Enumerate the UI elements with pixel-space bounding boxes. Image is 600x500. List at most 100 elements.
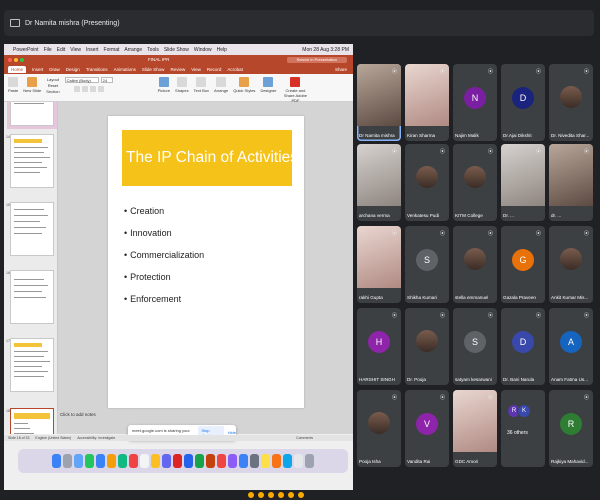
participant-tile[interactable]: S ⦿ satyam kesarwani	[453, 308, 497, 385]
slide-thumbnail[interactable]: 15	[6, 202, 54, 256]
tab-transitions[interactable]: Transitions	[86, 67, 108, 72]
preview-icon[interactable]	[294, 454, 303, 468]
participant-tile[interactable]: ⦿ stella emmanuel	[453, 226, 497, 303]
contacts-icon[interactable]	[140, 454, 149, 468]
menu-insert[interactable]: Insert	[86, 47, 99, 53]
participant-tile[interactable]: ⦿ dr. ...	[549, 144, 593, 221]
italic-icon[interactable]	[81, 86, 88, 92]
language-status[interactable]: English (United States)	[35, 436, 71, 440]
emoji-icon[interactable]	[278, 492, 284, 498]
photos-icon[interactable]	[107, 454, 116, 468]
shapes-button[interactable]: Shapes	[175, 77, 189, 93]
menu-help[interactable]: Help	[217, 47, 227, 53]
presenter-banner[interactable]: Dr Namita mishra (Presenting)	[4, 10, 594, 36]
quick-styles-button[interactable]: Quick Styles	[233, 77, 255, 93]
emoji-icon[interactable]	[268, 492, 274, 498]
participant-tile[interactable]: ⦿ Dr. Pooja	[405, 308, 449, 385]
ppt-search-input[interactable]: Search in Presentation	[286, 56, 347, 63]
calendar-icon[interactable]	[129, 454, 138, 468]
menu-arrange[interactable]: Arrange	[124, 47, 142, 53]
messages-icon[interactable]	[85, 454, 94, 468]
slide-thumbnail[interactable]	[10, 102, 54, 126]
participant-tile[interactable]: V ⦿ Vandita Rai	[405, 390, 449, 467]
notes-icon[interactable]	[151, 454, 160, 468]
section-button[interactable]: Section	[46, 89, 59, 94]
tab-acrobat[interactable]: Acrobat	[227, 67, 243, 72]
tab-draw[interactable]: Draw	[49, 67, 60, 72]
menu-tools[interactable]: Tools	[147, 47, 159, 53]
music-icon[interactable]	[217, 454, 226, 468]
menu-format[interactable]: Format	[104, 47, 120, 53]
tab-view[interactable]: View	[191, 67, 201, 72]
notes-pane[interactable]: Click to add notes	[60, 412, 96, 417]
tab-record[interactable]: Record	[207, 67, 222, 72]
chrome-icon[interactable]	[261, 454, 270, 468]
minimize-window-icon[interactable]	[14, 57, 18, 62]
menu-view[interactable]: View	[70, 47, 81, 53]
emoji-icon[interactable]	[288, 492, 294, 498]
zoom-window-icon[interactable]	[20, 57, 24, 62]
slide-thumbnail[interactable]: 14	[6, 134, 54, 188]
designer-button[interactable]: Designer	[260, 77, 276, 93]
slide-thumbnail[interactable]: 16	[6, 270, 54, 324]
participant-tile[interactable]: ⦿ Kiran Sharma	[405, 64, 449, 141]
paste-button[interactable]: Paste	[8, 77, 18, 93]
font-size-select[interactable]: 24	[100, 77, 113, 83]
picture-button[interactable]: Picture	[158, 77, 170, 93]
emoji-icon[interactable]	[258, 492, 264, 498]
facetime-icon[interactable]	[118, 454, 127, 468]
slide-thumbnail[interactable]: 17	[6, 338, 54, 392]
current-slide[interactable]: The IP Chain of Activities • Creation • In…	[108, 116, 304, 408]
participant-tile[interactable]: ⦿ KITM College	[453, 144, 497, 221]
vlc-icon[interactable]	[272, 454, 281, 468]
font-color-icon[interactable]	[97, 86, 104, 92]
menu-powerpoint[interactable]: PowerPoint	[13, 47, 39, 53]
trash-icon[interactable]	[305, 454, 314, 468]
new-slide-button[interactable]: New Slide	[23, 77, 41, 93]
podcasts-icon[interactable]	[228, 454, 237, 468]
arrange-button[interactable]: Arrange	[214, 77, 228, 93]
close-window-icon[interactable]	[8, 57, 12, 62]
slide-bullet-list[interactable]: • Creation • Innovation • Commercialization…	[124, 206, 204, 316]
participant-tile[interactable]: ⦿ rakhi Gupta	[357, 226, 401, 303]
emoji-icon[interactable]	[298, 492, 304, 498]
participant-tile[interactable]: H ⦿ HARSHIT SINGH	[357, 308, 401, 385]
emoji-icon[interactable]	[248, 492, 254, 498]
tab-design[interactable]: Design	[66, 67, 80, 72]
share-button[interactable]: Share	[335, 67, 347, 72]
participant-tile[interactable]: ⦿ Ankit Kumar Mis...	[549, 226, 593, 303]
mail-icon[interactable]	[96, 454, 105, 468]
menu-file[interactable]: File	[44, 47, 52, 53]
tab-home[interactable]: Home	[8, 65, 27, 73]
font-name-select[interactable]: Calibri (Body)	[64, 77, 99, 83]
participant-tile[interactable]: N ⦿ Najim Malik	[453, 64, 497, 141]
create-pdf-button[interactable]: Create and Share Adobe PDF	[281, 77, 309, 103]
participant-tile[interactable]: G ⦿ Gazala Praveen	[501, 226, 545, 303]
powerpoint-icon[interactable]	[206, 454, 215, 468]
tab-slide-show[interactable]: Slide Show	[142, 67, 165, 72]
menu-edit[interactable]: Edit	[57, 47, 66, 53]
slide-title-box[interactable]: The IP Chain of Activities	[122, 130, 298, 186]
participant-tile[interactable]: D ⦿ Dr. Bani Narula	[501, 308, 545, 385]
excel-icon[interactable]	[195, 454, 204, 468]
participant-tile[interactable]: ⦿ Pooja Isha	[357, 390, 401, 467]
participant-tile[interactable]: ⦿ Dr Namita mishra	[357, 64, 401, 141]
tab-insert[interactable]: Insert	[32, 67, 43, 72]
participant-tile[interactable]: R ⦿ Rajkiya Mahavid...	[549, 390, 593, 467]
tab-animations[interactable]: Animations	[114, 67, 136, 72]
comments-button[interactable]: Comments	[296, 436, 313, 440]
participant-tile[interactable]: ⦿ GDC Amori	[453, 390, 497, 467]
participant-tile[interactable]: ⦿ archana verma	[357, 144, 401, 221]
menu-window[interactable]: Window	[194, 47, 212, 53]
word-icon[interactable]	[184, 454, 193, 468]
launchpad-icon[interactable]	[63, 454, 72, 468]
accessibility-status[interactable]: Accessibility: Investigate	[77, 436, 115, 440]
participant-tile[interactable]: S ⦿ Shikha Kumari	[405, 226, 449, 303]
finder-icon[interactable]	[52, 454, 61, 468]
layout-button[interactable]: Layout	[47, 77, 59, 82]
zoom-icon[interactable]	[283, 454, 292, 468]
bold-icon[interactable]	[73, 86, 80, 92]
safari-icon[interactable]	[74, 454, 83, 468]
participant-tile[interactable]: A ⦿ Anam Fatma Us...	[549, 308, 593, 385]
slide-thumbnail-selected[interactable]: 18	[6, 408, 54, 434]
